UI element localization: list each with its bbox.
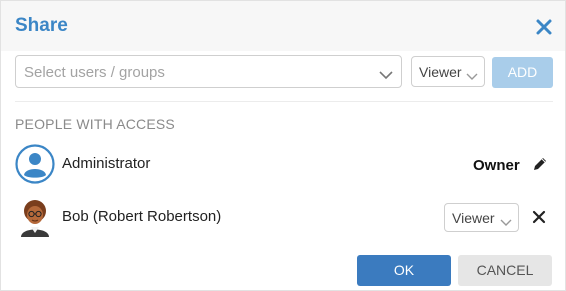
users-groups-select[interactable]: Select users / groups xyxy=(15,55,402,88)
divider xyxy=(15,101,553,102)
access-row: Administrator Owner xyxy=(15,144,553,184)
close-icon[interactable] xyxy=(531,209,547,225)
access-role-select[interactable]: Viewer xyxy=(444,203,519,232)
people-with-access-heading: PEOPLE WITH ACCESS xyxy=(15,116,175,132)
access-role-value: Viewer xyxy=(452,210,495,226)
pencil-icon[interactable] xyxy=(532,156,548,172)
new-role-value: Viewer xyxy=(419,64,462,80)
share-dialog: Share Select users / groups Viewer ADD P… xyxy=(0,0,566,291)
access-name: Bob (Robert Robertson) xyxy=(62,208,222,225)
access-name: Administrator xyxy=(62,155,151,172)
person-avatar xyxy=(15,197,55,237)
chevron-down-icon xyxy=(379,67,393,85)
add-button[interactable]: ADD xyxy=(492,57,553,88)
user-circle-icon xyxy=(15,144,55,184)
access-role-label: Owner xyxy=(473,157,520,174)
chevron-down-icon xyxy=(466,68,478,86)
ok-button[interactable]: OK xyxy=(357,255,451,286)
users-groups-placeholder: Select users / groups xyxy=(24,64,165,81)
new-role-select[interactable]: Viewer xyxy=(411,56,485,87)
access-row: Bob (Robert Robertson) Viewer xyxy=(15,197,553,237)
dialog-title: Share xyxy=(15,15,68,36)
dialog-header: Share xyxy=(1,1,565,51)
close-icon[interactable] xyxy=(535,18,553,36)
chevron-down-icon xyxy=(500,214,512,232)
cancel-button[interactable]: CANCEL xyxy=(458,255,552,286)
